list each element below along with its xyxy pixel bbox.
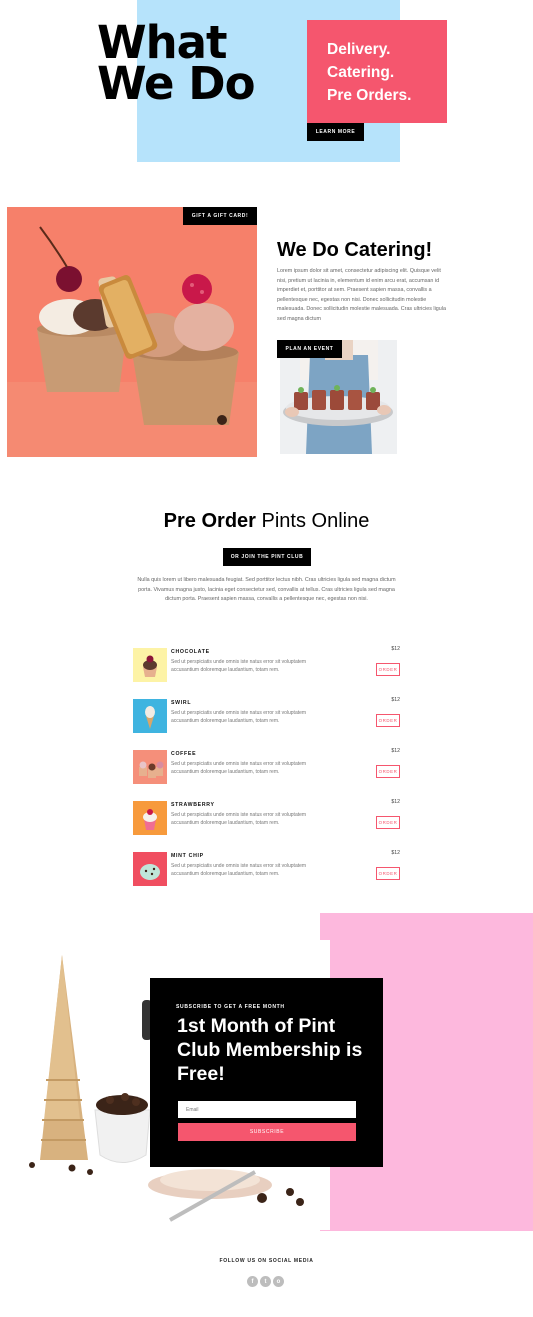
order-button[interactable]: ORDER bbox=[376, 663, 400, 676]
menu-item-price: $12 bbox=[391, 799, 400, 805]
service-delivery: Delivery. bbox=[327, 41, 391, 58]
menu-item-description: Sed ut perspiciatis unde omnis iste natu… bbox=[171, 761, 307, 775]
catering-title-bold: Catering! bbox=[344, 239, 433, 261]
menu-item-description: Sed ut perspiciatis unde omnis iste natu… bbox=[171, 659, 307, 673]
catering-title: We Do Catering! bbox=[277, 239, 432, 262]
menu-item-mint-chip: MINT CHIP Sed ut perspiciatis unde omnis… bbox=[133, 850, 400, 886]
menu-item-strawberry: STRAWBERRY Sed ut perspiciatis unde omni… bbox=[133, 799, 400, 835]
follow-us-label: FOLLOW US ON SOCIAL MEDIA bbox=[219, 1258, 314, 1264]
menu-item-name: CHOCOLATE bbox=[171, 649, 210, 655]
menu-item-price: $12 bbox=[391, 748, 400, 754]
order-button[interactable]: ORDER bbox=[376, 714, 400, 727]
hero-services-box: Delivery. Catering. Pre Orders. bbox=[307, 20, 447, 123]
plan-event-button[interactable]: PLAN AN EVENT bbox=[277, 340, 342, 358]
service-pre-orders: Pre Orders. bbox=[327, 87, 412, 104]
instagram-icon[interactable]: o bbox=[273, 1276, 284, 1287]
social-links: f t o bbox=[247, 1276, 287, 1288]
join-pint-club-button[interactable]: OR JOIN THE PINT CLUB bbox=[223, 548, 311, 566]
hero-title: What We Do bbox=[97, 20, 297, 110]
chocolate-thumbnail bbox=[133, 648, 167, 682]
menu-item-description: Sed ut perspiciatis unde omnis iste natu… bbox=[171, 812, 307, 826]
menu-item-description: Sed ut perspiciatis unde omnis iste natu… bbox=[171, 710, 307, 724]
hero-title-line2: We Do bbox=[97, 57, 256, 110]
swirl-thumbnail bbox=[133, 699, 167, 733]
ice-cream-cups-photo bbox=[7, 207, 257, 457]
pints-title: Pre Order Pints Online bbox=[0, 510, 533, 533]
menu-item-name: SWIRL bbox=[171, 700, 192, 706]
mint-chip-thumbnail bbox=[133, 852, 167, 886]
promo-headline: 1st Month of Pint Club Membership is Fre… bbox=[177, 1014, 367, 1086]
service-catering: Catering. bbox=[327, 64, 395, 81]
menu-item-price: $12 bbox=[391, 646, 400, 652]
gift-card-button[interactable]: GIFT A GIFT CARD! bbox=[183, 207, 257, 225]
menu-item-name: MINT CHIP bbox=[171, 853, 204, 859]
menu-item-price: $12 bbox=[391, 850, 400, 856]
order-button[interactable]: ORDER bbox=[376, 765, 400, 778]
pints-title-light: Pints Online bbox=[255, 510, 370, 532]
menu-item-coffee: COFFEE Sed ut perspiciatis unde omnis is… bbox=[133, 748, 400, 784]
pints-description: Nulla quis lorem ut libero malesuada feu… bbox=[137, 577, 396, 603]
catering-title-prefix: We Do bbox=[277, 239, 345, 261]
strawberry-thumbnail bbox=[133, 801, 167, 835]
pints-title-bold: Pre Order bbox=[163, 510, 256, 532]
membership-promo-box: SUBSCRIBE TO GET A FREE MONTH 1st Month … bbox=[150, 978, 383, 1167]
menu-item-chocolate: CHOCOLATE Sed ut perspiciatis unde omnis… bbox=[133, 646, 400, 682]
menu-item-name: STRAWBERRY bbox=[171, 802, 215, 808]
menu-item-description: Sed ut perspiciatis unde omnis iste natu… bbox=[171, 863, 307, 877]
facebook-icon[interactable]: f bbox=[247, 1276, 258, 1287]
coffee-thumbnail bbox=[133, 750, 167, 784]
order-button[interactable]: ORDER bbox=[376, 867, 400, 880]
menu-item-swirl: SWIRL Sed ut perspiciatis unde omnis ist… bbox=[133, 697, 400, 733]
order-button[interactable]: ORDER bbox=[376, 816, 400, 829]
catering-description: Lorem ipsum dolor sit amet, consectetur … bbox=[277, 268, 446, 322]
promo-kicker: SUBSCRIBE TO GET A FREE MONTH bbox=[176, 1004, 285, 1010]
subscribe-button[interactable]: SUBSCRIBE bbox=[178, 1123, 356, 1141]
email-input[interactable] bbox=[178, 1101, 356, 1118]
menu-item-price: $12 bbox=[391, 697, 400, 703]
twitter-icon[interactable]: t bbox=[260, 1276, 271, 1287]
learn-more-button[interactable]: LEARN MORE bbox=[307, 123, 364, 141]
menu-item-name: COFFEE bbox=[171, 751, 197, 757]
